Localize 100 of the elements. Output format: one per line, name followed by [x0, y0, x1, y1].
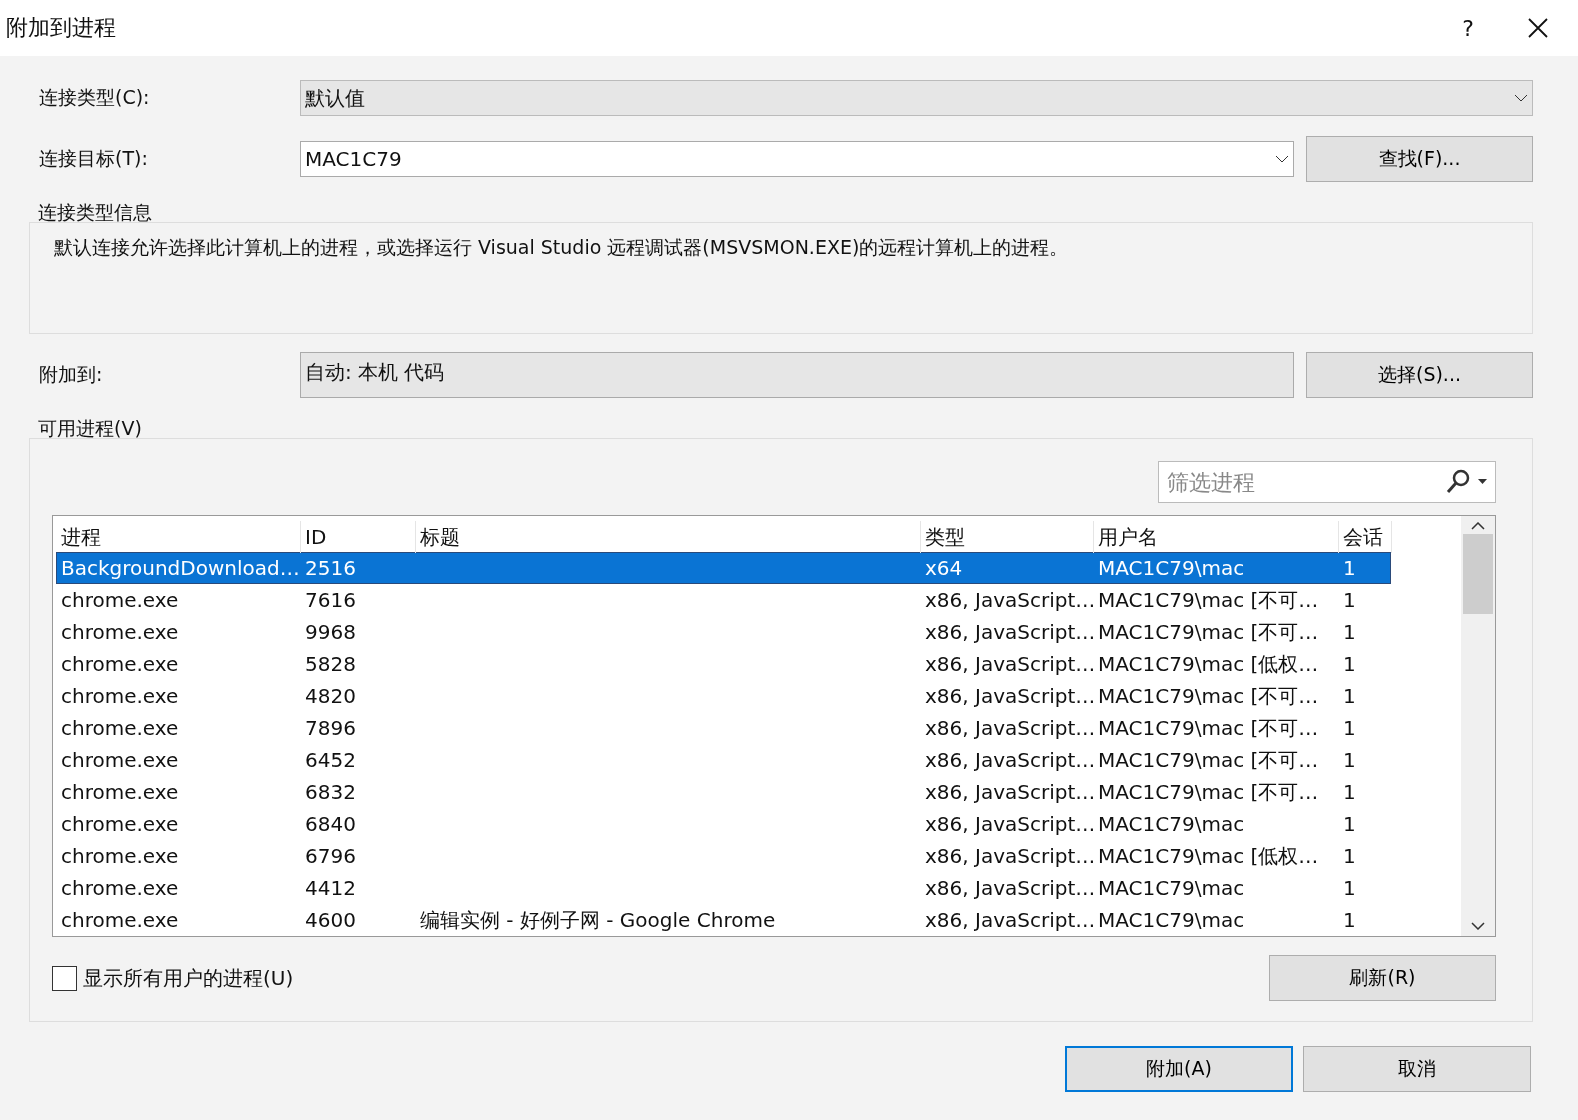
- section-heading: 连接类型信息: [37, 200, 153, 225]
- table-cell-text: 6832: [304, 780, 357, 804]
- table-cell-text: 1: [1342, 812, 1357, 836]
- table-cell-text: BackgroundDownload…: [60, 556, 301, 580]
- search-icon: [1445, 469, 1489, 495]
- process-row[interactable]: chrome.exe 6832 x86, JavaScript…MAC1C79\mac [不可… 1: [56, 776, 1391, 808]
- table-cell-text: 4600: [304, 908, 357, 932]
- table-cell-text: x86, JavaScript…: [924, 588, 1094, 612]
- chevron-down-icon: [1471, 922, 1485, 930]
- process-row[interactable]: chrome.exe 6452 x86, JavaScript…MAC1C79\mac [不可… 1: [56, 744, 1391, 776]
- table-cell-text: 1: [1342, 620, 1357, 644]
- field-label: 连接目标(T):: [38, 146, 149, 171]
- table-cell-text: 1: [1342, 684, 1357, 708]
- section-heading: 可用进程(V): [37, 416, 143, 441]
- scrollbar-thumb[interactable]: [1463, 534, 1493, 614]
- table-cell-text: chrome.exe: [60, 716, 180, 740]
- table-cell-text: MAC1C79\mac [不可…: [1097, 586, 1320, 614]
- table-cell-text: 6840: [304, 812, 357, 836]
- help-button[interactable]: ?: [1438, 15, 1498, 41]
- table-cell-text: chrome.exe: [60, 876, 180, 900]
- dialog-button[interactable]: 附加(A): [1065, 1046, 1293, 1092]
- filter-field[interactable]: 筛选进程: [1165, 468, 1445, 496]
- process-row[interactable]: chrome.exe 6840 x86, JavaScript…MAC1C79\mac 1: [56, 808, 1391, 840]
- table-cell-text: 2516: [304, 556, 357, 580]
- table-cell-text: chrome.exe: [60, 620, 180, 644]
- table-cell-text: chrome.exe: [60, 780, 180, 804]
- table-cell-text: 1: [1342, 780, 1357, 804]
- window-title: 附加到进程: [6, 14, 117, 42]
- table-cell-text: 编辑实例 - 好例子网 - Google Chrome: [419, 906, 777, 934]
- table-cell-text: 1: [1342, 876, 1357, 900]
- scrollbar[interactable]: [1461, 516, 1495, 936]
- table-cell-text: 1: [1342, 652, 1357, 676]
- table-cell-text: chrome.exe: [60, 684, 180, 708]
- table-cell-text: chrome.exe: [60, 908, 180, 932]
- field-label: 附加到:: [38, 362, 104, 387]
- table-cell-text: 5828: [304, 652, 357, 676]
- chevron-down-icon: [1514, 94, 1528, 102]
- table-cell-text: chrome.exe: [60, 652, 180, 676]
- select-button[interactable]: 选择(S)...: [1306, 352, 1533, 398]
- chevron-down-icon: [1275, 155, 1289, 163]
- table-cell-text: MAC1C79\mac [不可…: [1097, 714, 1320, 742]
- table-cell-text: chrome.exe: [60, 748, 180, 772]
- process-row[interactable]: chrome.exe 9968 x86, JavaScript…MAC1C79\mac [不可… 1: [56, 616, 1391, 648]
- table-cell-text: 1: [1342, 716, 1357, 740]
- table-cell-text: 1: [1342, 748, 1357, 772]
- table-cell-text: 1: [1342, 588, 1357, 612]
- table-cell-text: 1: [1342, 908, 1357, 932]
- attach-to-field[interactable]: 自动: 本机 代码: [300, 352, 1294, 398]
- table-cell-text: MAC1C79\mac: [1097, 876, 1246, 900]
- table-cell-text: x86, JavaScript…: [924, 844, 1094, 868]
- table-cell-text: 9968: [304, 620, 357, 644]
- table-cell-text: x86, JavaScript…: [924, 876, 1094, 900]
- process-row[interactable]: chrome.exe 4600 编辑实例 - 好例子网 - Google Chrome x86, JavaScript…MAC1C79\mac 1: [56, 904, 1391, 936]
- filter-box[interactable]: 筛选进程: [1158, 461, 1496, 503]
- table-cell-text: 1: [1342, 844, 1357, 868]
- table-cell-text: chrome.exe: [60, 812, 180, 836]
- connection-target-combo[interactable]: MAC1C79: [300, 141, 1294, 177]
- table-cell-text: 4412: [304, 876, 357, 900]
- table-cell-text: x86, JavaScript…: [924, 780, 1094, 804]
- table-cell-text: MAC1C79\mac [不可…: [1097, 746, 1320, 774]
- info-text: 默认连接允许选择此计算机上的进程，或选择运行 Visual Studio 远程调试器(MSVSMON.EXE)的远程计算机上的进程。: [53, 235, 1070, 260]
- connection-type-dropdown[interactable]: 默认值: [300, 80, 1533, 116]
- table-cell-text: MAC1C79\mac [不可…: [1097, 778, 1320, 806]
- table-cell-text: x86, JavaScript…: [924, 684, 1094, 708]
- table-cell-text: MAC1C79\mac [不可…: [1097, 682, 1320, 710]
- process-row[interactable]: chrome.exe 4820 x86, JavaScript…MAC1C79\mac [不可… 1: [56, 680, 1391, 712]
- table-cell-text: 7616: [304, 588, 357, 612]
- table-cell-text: chrome.exe: [60, 844, 180, 868]
- table-cell-text: x64: [924, 556, 964, 580]
- chevron-up-icon: [1471, 522, 1485, 530]
- find-button[interactable]: 查找(F)...: [1306, 136, 1533, 182]
- process-row[interactable]: chrome.exe 7896 x86, JavaScript…MAC1C79\mac [不可… 1: [56, 712, 1391, 744]
- table-cell-text: x86, JavaScript…: [924, 748, 1094, 772]
- table-cell-text: MAC1C79\mac [低权…: [1097, 842, 1320, 870]
- table-cell-text: x86, JavaScript…: [924, 716, 1094, 740]
- field-label: 连接类型(C):: [38, 85, 151, 110]
- table-cell-text: 6452: [304, 748, 357, 772]
- table-cell-text: 7896: [304, 716, 357, 740]
- table-cell-text: MAC1C79\mac [不可…: [1097, 618, 1320, 646]
- process-row[interactable]: chrome.exe 7616 x86, JavaScript…MAC1C79\mac [不可… 1: [56, 584, 1391, 616]
- refresh-button[interactable]: 刷新(R): [1269, 955, 1496, 1001]
- process-row[interactable]: chrome.exe 6796 x86, JavaScript…MAC1C79\mac [低权… 1: [56, 840, 1391, 872]
- table-cell-text: 6796: [304, 844, 357, 868]
- table-cell-text: 4820: [304, 684, 357, 708]
- dialog-button[interactable]: 取消: [1303, 1046, 1531, 1092]
- close-icon: [1527, 17, 1549, 39]
- table-cell-text: MAC1C79\mac: [1097, 908, 1246, 932]
- show-all-checkbox[interactable]: 显示所有用户的进程(U): [52, 964, 294, 992]
- table-cell-text: chrome.exe: [60, 588, 180, 612]
- table-cell-text: x86, JavaScript…: [924, 652, 1094, 676]
- table-cell-text: x86, JavaScript…: [924, 812, 1094, 836]
- table-cell-text: MAC1C79\mac [低权…: [1097, 650, 1320, 678]
- table-cell-text: x86, JavaScript…: [924, 908, 1094, 932]
- process-row[interactable]: chrome.exe 4412 x86, JavaScript…MAC1C79\mac 1: [56, 872, 1391, 904]
- process-row[interactable]: BackgroundDownload… 2516 x64 MAC1C79\mac 1: [56, 552, 1391, 584]
- table-cell-text: x86, JavaScript…: [924, 620, 1094, 644]
- table-cell-text: MAC1C79\mac: [1097, 556, 1246, 580]
- table-cell-text: 1: [1342, 556, 1357, 580]
- process-row[interactable]: chrome.exe 5828 x86, JavaScript…MAC1C79\mac [低权… 1: [56, 648, 1391, 680]
- table-cell-text: MAC1C79\mac: [1097, 812, 1246, 836]
